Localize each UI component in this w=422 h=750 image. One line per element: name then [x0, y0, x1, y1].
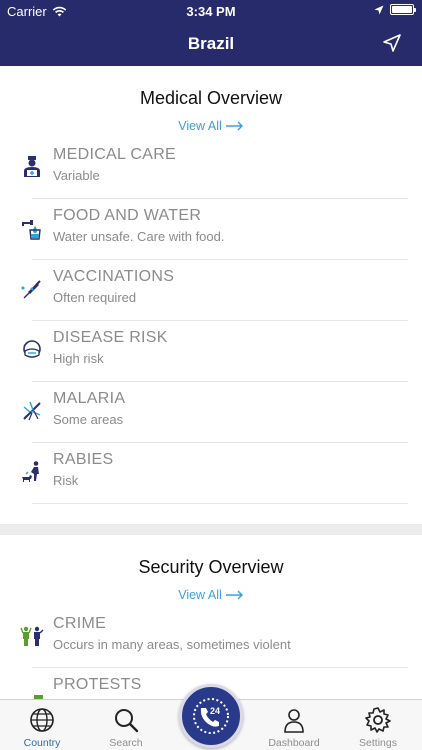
status-right — [374, 4, 416, 15]
list-item-disease-risk[interactable]: DISEASE RISK High risk — [0, 321, 422, 382]
list-item-food-and-water[interactable]: FOOD AND WATER Water unsafe. Care with f… — [0, 199, 422, 260]
disease-risk-icon — [23, 340, 41, 358]
mosquito-icon — [23, 401, 41, 421]
view-all-label: View All — [178, 118, 222, 133]
view-all-label: View All — [178, 587, 222, 602]
crime-icon — [20, 626, 44, 646]
medical-overview-title: Medical Overview — [139, 88, 283, 108]
item-title: RABIES — [53, 451, 114, 468]
medical-overview-section: Medical Overview View All MEDICAL CARE V… — [0, 66, 422, 524]
medical-list: MEDICAL CARE Variable FOOD AND WATER Wat… — [0, 138, 422, 504]
svg-text:24: 24 — [210, 706, 220, 716]
tab-label: Settings — [359, 737, 397, 749]
item-title: DISEASE RISK — [53, 329, 168, 346]
item-title: CRIME — [53, 615, 107, 632]
item-subtitle: Occurs in many areas, sometimes violent — [53, 637, 291, 652]
status-time: 3:34 PM — [186, 4, 236, 19]
security-overview-title: Security Overview — [138, 557, 284, 577]
item-title: MALARIA — [53, 390, 126, 407]
search-icon — [115, 709, 139, 733]
item-title: VACCINATIONS — [53, 268, 175, 285]
emergency-24-phone-icon: 24 — [193, 698, 229, 734]
rabies-icon — [22, 461, 39, 482]
arrow-right-icon — [225, 121, 243, 130]
tab-label: Country — [23, 737, 61, 749]
protests-icon — [34, 695, 43, 699]
item-subtitle: Water unsafe. Care with food. — [53, 229, 225, 244]
arrow-right-icon — [225, 590, 243, 599]
gear-icon — [365, 707, 391, 733]
item-title: MEDICAL CARE — [53, 146, 177, 163]
security-overview-section: Security Overview View All CRIME Occurs … — [0, 535, 422, 699]
tab-settings[interactable]: Settings — [336, 700, 420, 750]
item-subtitle: Risk — [53, 473, 79, 488]
status-bar: Carrier 3:34 PM — [0, 0, 422, 22]
list-item-rabies[interactable]: RABIES Risk — [0, 443, 422, 504]
item-title: PROTESTS — [53, 676, 142, 693]
list-item-medical-care[interactable]: MEDICAL CARE Variable — [0, 138, 422, 199]
medical-care-icon — [24, 156, 40, 177]
location-services-icon — [374, 5, 384, 14]
vaccination-icon — [21, 280, 41, 299]
battery-icon — [390, 4, 416, 15]
page-title: Brazil — [187, 34, 235, 53]
item-title: FOOD AND WATER — [53, 207, 202, 224]
tab-dashboard[interactable]: Dashboard — [252, 700, 336, 750]
food-water-icon — [22, 220, 41, 240]
navigation-bar: Carrier 3:34 PM Brazil — [0, 0, 422, 66]
tab-bar: Country Search 24 Dashboard Settings — [0, 684, 422, 750]
list-item-malaria[interactable]: MALARIA Some areas — [0, 382, 422, 443]
item-subtitle: Often required — [53, 290, 137, 305]
overview-scroll[interactable]: Medical Overview View All MEDICAL CARE V… — [0, 66, 422, 699]
item-subtitle: High risk — [53, 351, 104, 366]
tab-search[interactable]: Search — [84, 700, 168, 750]
item-subtitle: Variable — [53, 168, 100, 183]
tab-label: Search — [109, 737, 143, 749]
person-icon — [284, 709, 304, 733]
location-arrow-icon[interactable] — [382, 33, 402, 53]
tab-country[interactable]: Country — [0, 700, 84, 750]
security-view-all-link[interactable]: View All — [0, 579, 422, 603]
globe-icon — [30, 708, 54, 732]
tab-label: Dashboard — [268, 737, 320, 749]
item-subtitle: Some areas — [53, 412, 124, 427]
medical-view-all-link[interactable]: View All — [0, 110, 422, 134]
emergency-24-button[interactable]: 24 — [179, 684, 243, 748]
divider — [32, 503, 408, 504]
list-item-vaccinations[interactable]: VACCINATIONS Often required — [0, 260, 422, 321]
list-item-crime[interactable]: CRIME Occurs in many areas, sometimes vi… — [0, 607, 422, 668]
